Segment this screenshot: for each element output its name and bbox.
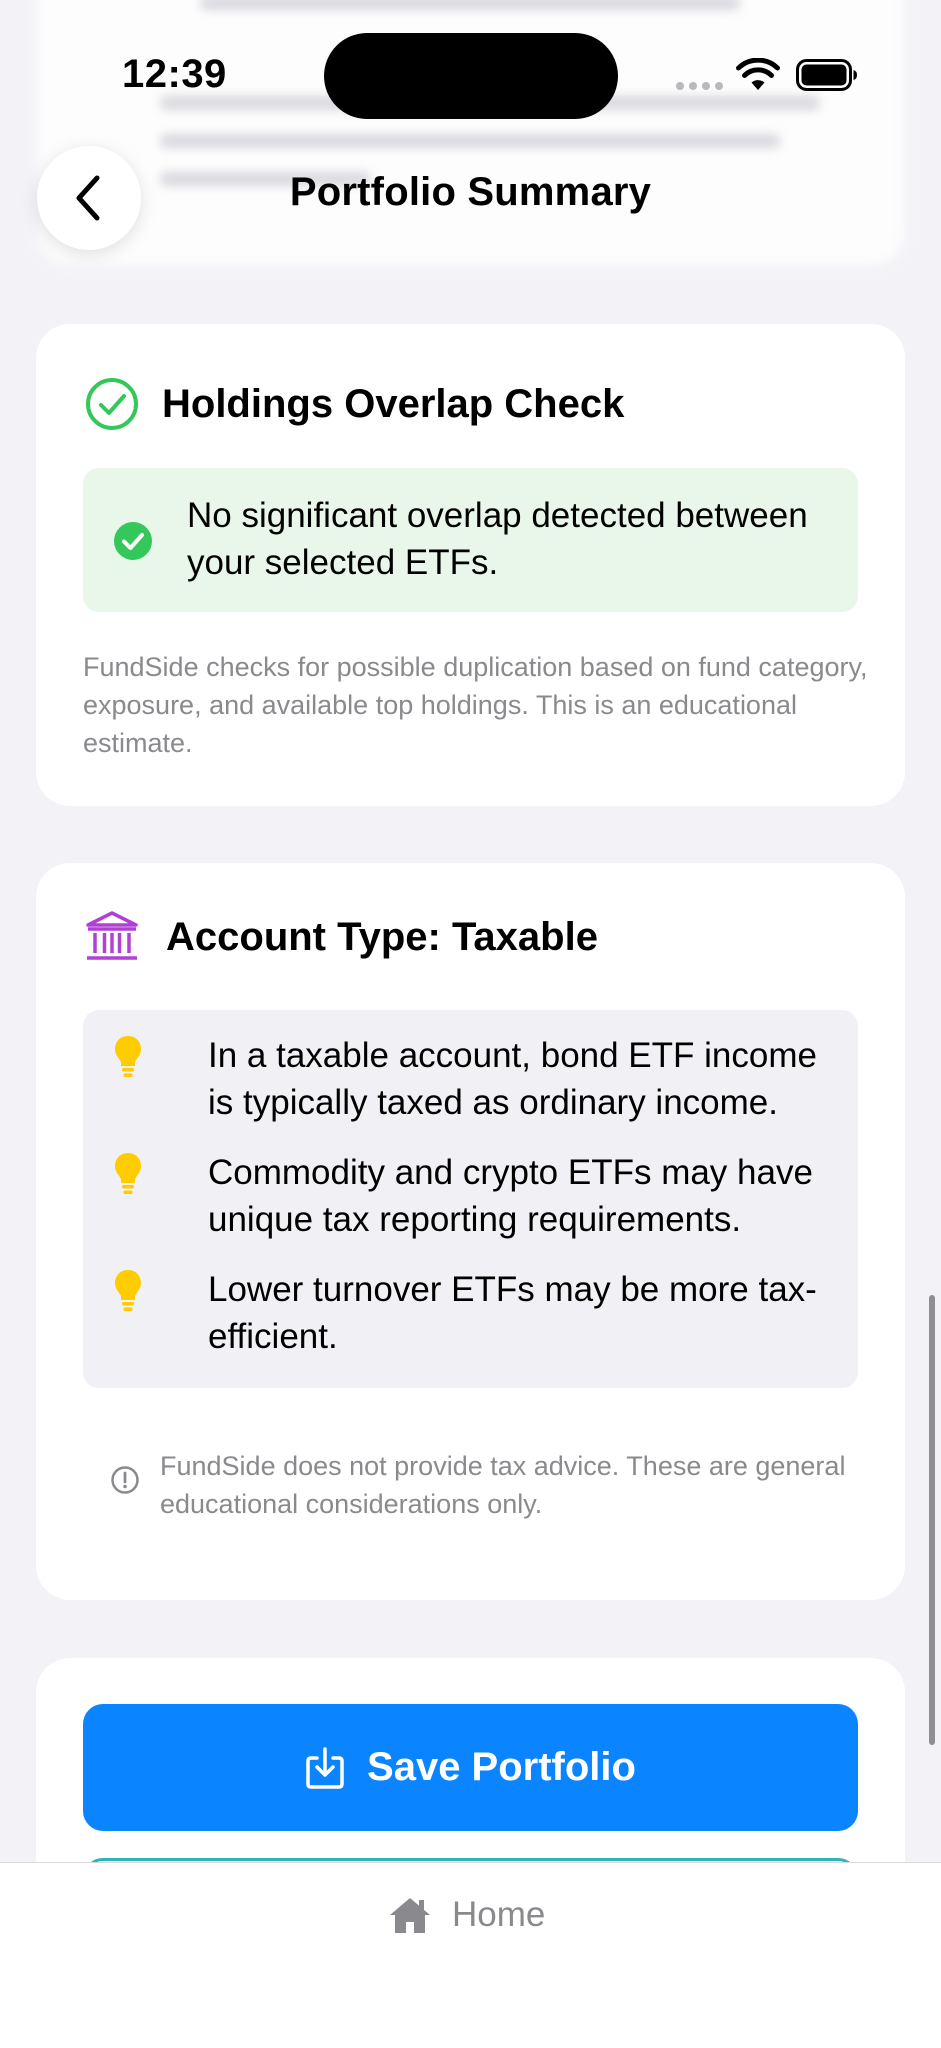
wifi-icon [736, 58, 780, 90]
screen: 12:39 Portfolio Summary Holdings Overlap… [0, 0, 941, 2048]
download-icon [306, 1746, 344, 1789]
overlap-check-note: FundSide checks for possible duplication… [83, 652, 868, 758]
check-circle-icon [86, 378, 138, 430]
overlap-result-message: No significant overlap detected between … [187, 496, 808, 582]
dynamic-island [324, 33, 618, 119]
account-type-title: Account Type: Taxable [166, 914, 598, 959]
overlap-check-title: Holdings Overlap Check [162, 381, 625, 426]
info-icon [111, 1466, 139, 1494]
tab-bar: Home [0, 1862, 941, 2048]
battery-icon [796, 59, 857, 91]
tax-tip-text: Lower turnover ETFs may be more tax-effi… [208, 1270, 817, 1356]
scrollbar[interactable] [929, 1295, 935, 1745]
save-portfolio-button[interactable]: Save Portfolio [83, 1704, 858, 1831]
save-portfolio-label: Save Portfolio [367, 1745, 636, 1789]
account-type-header: Account Type: Taxable [84, 909, 598, 965]
lightbulb-icon [115, 1036, 141, 1077]
house-icon [390, 1898, 430, 1933]
status-time: 12:39 [122, 52, 227, 96]
tax-disclaimer-text: FundSide does not provide tax advice. Th… [160, 1451, 846, 1519]
overlap-check-card: Holdings Overlap Check No significant ov… [36, 324, 905, 806]
tax-tip-text: In a taxable account, bond ETF income is… [208, 1036, 817, 1122]
status-bar: 12:39 [0, 0, 941, 150]
lightbulb-icon [115, 1270, 141, 1311]
page-title: Portfolio Summary [289, 170, 652, 214]
tax-tip-text: Commodity and crypto ETFs may have uniqu… [208, 1153, 813, 1239]
overlap-result-banner: No significant overlap detected between … [83, 468, 858, 612]
overlap-check-header: Holdings Overlap Check [84, 376, 624, 432]
account-type-card: Account Type: Taxable In a taxable accou… [36, 863, 905, 1600]
tab-home[interactable]: Home [388, 1895, 545, 1935]
bank-icon [86, 911, 138, 960]
tab-home-label: Home [452, 1895, 546, 1934]
lightbulb-icon [115, 1153, 141, 1194]
tax-tips-box: In a taxable account, bond ETF income is… [83, 1010, 858, 1388]
cellular-signal-icon [676, 82, 723, 90]
check-filled-icon [114, 522, 152, 560]
